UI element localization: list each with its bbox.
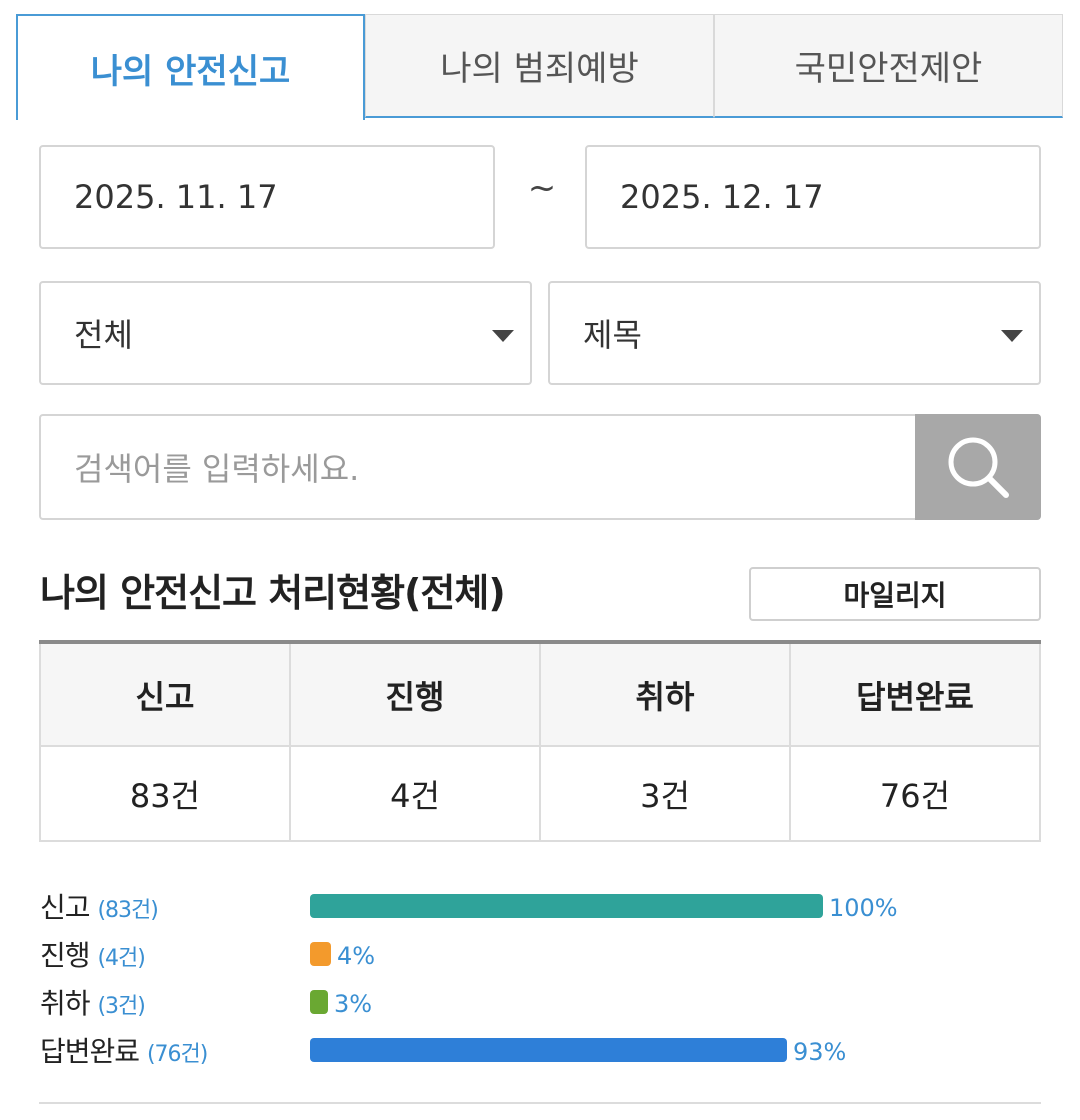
search-placeholder: 검색어를 입력하세요.	[74, 450, 360, 488]
column-header-answered: 답변완료	[789, 641, 1041, 747]
progress-fill	[310, 942, 331, 966]
progress-track	[310, 990, 910, 1014]
count-withdrawn: 3건	[539, 745, 791, 842]
search-button[interactable]	[915, 414, 1041, 520]
search-field-select-value: 제목	[583, 316, 642, 354]
count-answered: 76건	[789, 745, 1041, 842]
progress-label-text: 진행	[40, 939, 91, 972]
table-row: 83건 4건 3건 76건	[39, 745, 1041, 842]
end-date-field[interactable]: 2025. 12. 17	[585, 145, 1041, 249]
progress-label: 신고 (83건)	[40, 888, 159, 931]
progress-label: 답변완료 (76건)	[40, 1032, 208, 1075]
date-range-separator: ~	[527, 168, 557, 208]
progress-row-in-progress: 진행 (4건) 4%	[40, 936, 1040, 976]
tab-my-crime-prevention[interactable]: 나의 범죄예방	[365, 14, 714, 118]
progress-percent: 93%	[793, 1038, 847, 1066]
tab-bar: 나의 안전신고 나의 범죄예방 국민안전제안	[16, 14, 1063, 120]
mileage-button[interactable]: 마일리지	[749, 567, 1041, 621]
column-header-in-progress: 진행	[289, 641, 541, 747]
progress-row-withdrawn: 취하 (3건) 3%	[40, 984, 1040, 1024]
end-date-value: 2025. 12. 17	[620, 178, 824, 216]
tab-national-safety-proposal[interactable]: 국민안전제안	[714, 14, 1063, 118]
progress-count: (4건)	[97, 946, 145, 971]
progress-count: (83건)	[97, 898, 158, 923]
count-in-progress: 4건	[289, 745, 541, 842]
section-title: 나의 안전신고 처리현황(전체)	[40, 571, 506, 615]
progress-label-text: 답변완료	[40, 1035, 140, 1068]
category-select-value: 전체	[74, 316, 133, 354]
progress-fill	[310, 990, 328, 1014]
divider	[39, 1102, 1041, 1104]
search-icon	[948, 437, 1009, 498]
search-field-select[interactable]: 제목	[548, 281, 1041, 385]
progress-percent: 100%	[829, 894, 898, 922]
status-table: 신고 진행 취하 답변완료 83건 4건 3건 76건	[39, 640, 1041, 842]
progress-track	[310, 894, 910, 918]
progress-percent: 4%	[337, 942, 376, 970]
table-header-row: 신고 진행 취하 답변완료	[39, 641, 1041, 747]
column-header-report: 신고	[39, 641, 291, 747]
start-date-value: 2025. 11. 17	[74, 178, 278, 216]
progress-row-report: 신고 (83건) 100%	[40, 888, 1040, 928]
tab-my-safety-report[interactable]: 나의 안전신고	[16, 14, 365, 120]
progress-track	[310, 942, 910, 966]
search-input[interactable]: 검색어를 입력하세요.	[39, 414, 1041, 520]
progress-label: 진행 (4건)	[40, 936, 146, 979]
count-report: 83건	[39, 745, 291, 842]
progress-row-answered: 답변완료 (76건) 93%	[40, 1032, 1040, 1072]
progress-fill	[310, 1038, 787, 1062]
column-header-withdrawn: 취하	[539, 641, 791, 747]
progress-fill	[310, 894, 823, 918]
progress-label-text: 신고	[40, 891, 91, 924]
progress-label: 취하 (3건)	[40, 984, 146, 1027]
category-select[interactable]: 전체	[39, 281, 532, 385]
chevron-down-icon	[492, 330, 514, 342]
chevron-down-icon	[1001, 330, 1023, 342]
progress-count: (76건)	[146, 1042, 208, 1067]
progress-percent: 3%	[334, 990, 373, 1018]
start-date-field[interactable]: 2025. 11. 17	[39, 145, 495, 249]
progress-label-text: 취하	[40, 987, 91, 1020]
progress-count: (3건)	[97, 994, 145, 1019]
